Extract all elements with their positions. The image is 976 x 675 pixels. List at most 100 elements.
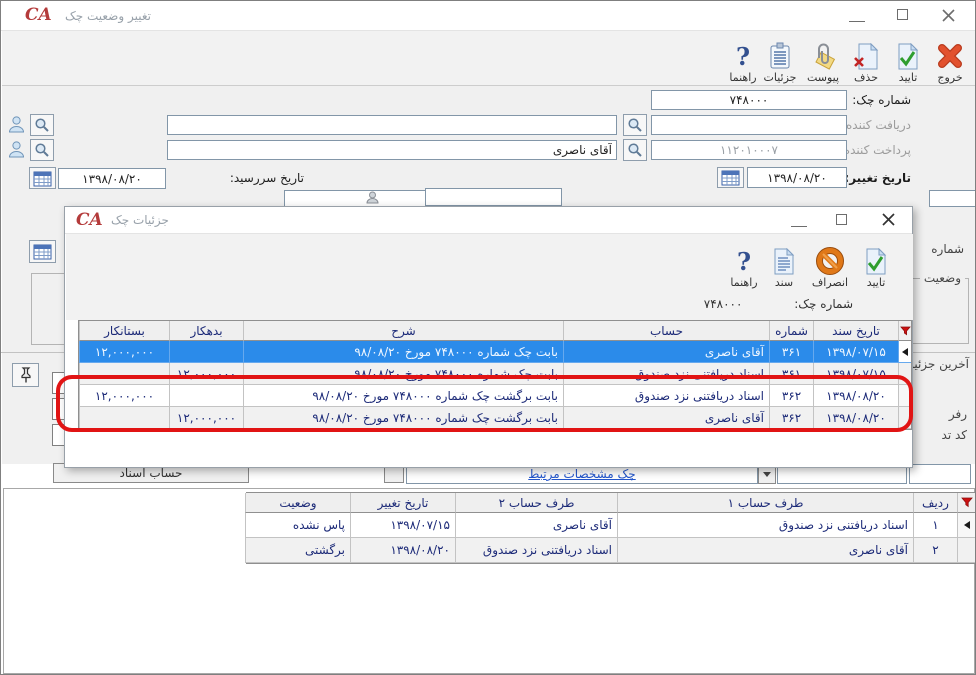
paperclip-icon	[809, 40, 837, 70]
history-cell-status[interactable]: پاس نشده	[245, 513, 350, 538]
history-cell-party2[interactable]: اسناد دریافتنی نزد صندوق	[455, 538, 617, 563]
due-date-input[interactable]	[58, 168, 166, 189]
voucher-cell-description[interactable]: بابت چک شماره ۷۴۸۰۰۰ مورخ ۹۸/۰۸/۲۰	[243, 341, 563, 363]
history-table: ردیف طرف حساب ۱ طرف حساب ۲ تاریخ تغییر و…	[246, 492, 976, 564]
cancel-circle-icon	[816, 245, 844, 275]
history-header-index: ردیف	[913, 493, 957, 513]
voucher-cell-number[interactable]: ۳۶۲	[769, 407, 813, 429]
voucher-cell-description[interactable]: بابت برگشت چک شماره ۷۴۸۰۰۰ مورخ ۹۸/۰۸/۲۰	[243, 385, 563, 407]
voucher-cell-credit[interactable]: ۱۲,۰۰۰,۰۰۰	[79, 385, 169, 407]
window-title: تغییر وضعیت چک	[65, 9, 151, 23]
check-details-dialog: CA جزئیات چک تایید انصراف	[64, 206, 913, 468]
exit-button[interactable]: خروج	[927, 34, 973, 84]
calendar-button[interactable]	[29, 240, 56, 263]
app-logo: CA	[25, 5, 52, 25]
accounts-document-label: حساب اسناد	[120, 466, 183, 480]
main-toolbar: خروج تایید حذف پیوست جزئیات	[2, 31, 976, 86]
attachment-button[interactable]: پیوست	[800, 34, 846, 84]
voucher-cell-number[interactable]: ۳۶۲	[769, 385, 813, 407]
minimize-icon[interactable]	[791, 215, 807, 227]
minimize-icon[interactable]	[849, 10, 865, 22]
modal-help-button[interactable]: ? راهنما	[721, 239, 767, 289]
voucher-cell-account[interactable]: آقای ناصری	[563, 341, 769, 363]
voucher-cell-debit[interactable]: ۱۲,۰۰۰,۰۰۰	[169, 363, 243, 385]
receiver-name-input[interactable]	[167, 115, 617, 135]
voucher-cell-number[interactable]: ۳۶۱	[769, 341, 813, 363]
voucher-cell-description[interactable]: بابت برگشت چک شماره ۷۴۸۰۰۰ مورخ ۹۸/۰۸/۲۰	[243, 407, 563, 429]
search-icon	[34, 142, 50, 158]
change-date-input[interactable]	[747, 167, 847, 188]
maximize-icon[interactable]	[836, 214, 847, 225]
due-date-calendar-button[interactable]	[29, 167, 56, 189]
receiver-label: دریافت کننده:	[842, 118, 911, 132]
maximize-icon[interactable]	[897, 9, 908, 20]
close-icon[interactable]	[941, 8, 956, 26]
voucher-cell-doc-date[interactable]: ۱۳۹۸/۰۸/۲۰	[813, 385, 898, 407]
close-icon[interactable]	[881, 212, 896, 230]
modal-cancel-button[interactable]: انصراف	[807, 239, 853, 289]
person-icon	[363, 188, 382, 206]
pin-button[interactable]	[12, 363, 39, 387]
modal-confirm-button[interactable]: تایید	[853, 239, 899, 289]
voucher-cell-credit[interactable]	[79, 363, 169, 385]
payer-search-button[interactable]	[623, 139, 647, 161]
voucher-cell-credit[interactable]: ۱۲,۰۰۰,۰۰۰	[79, 341, 169, 363]
voucher-cell-doc-date[interactable]: ۱۳۹۸/۰۷/۱۵	[813, 363, 898, 385]
check-number-input[interactable]	[651, 90, 847, 110]
history-cell-status[interactable]: برگشتی	[245, 538, 350, 563]
code-fragment-label: کد تد	[942, 428, 967, 442]
modal-document-button[interactable]: سند	[761, 239, 807, 289]
attachment-label: پیوست	[807, 71, 839, 84]
confirm-button[interactable]: تایید	[885, 34, 931, 84]
history-cell-party2[interactable]: آقای ناصری	[455, 513, 617, 538]
change-date-calendar-button[interactable]	[717, 167, 744, 188]
modal-check-number-line: شماره چک: ۷۴۸۰۰۰	[704, 297, 853, 311]
history-cell-change-date[interactable]: ۱۳۹۸/۰۸/۲۰	[350, 538, 455, 563]
bank-field-sliver[interactable]	[425, 188, 562, 206]
payer-name-input[interactable]	[167, 140, 617, 160]
history-cell-party1[interactable]: اسناد دریافتنی نزد صندوق	[617, 513, 913, 538]
related-details-link[interactable]: چک مشخصات مرتبط	[528, 467, 635, 481]
voucher-cell-account[interactable]: اسناد دریافتنی نزد صندوق	[563, 363, 769, 385]
help-button[interactable]: ? راهنما	[720, 34, 766, 84]
history-cell-index[interactable]: ۲	[913, 538, 957, 563]
history-cell-change-date[interactable]: ۱۳۹۸/۰۷/۱۵	[350, 513, 455, 538]
exit-label: خروج	[937, 71, 962, 84]
help-icon: ?	[736, 40, 750, 70]
modal-title-bar: CA جزئیات چک	[65, 207, 912, 234]
receiver-search-button[interactable]	[623, 114, 647, 136]
small-field-sliver[interactable]	[929, 190, 976, 207]
voucher-cell-doc-date[interactable]: ۱۳۹۸/۰۷/۱۵	[813, 341, 898, 363]
receiver-person-button[interactable]	[4, 113, 28, 136]
receiver-code-input[interactable]	[651, 115, 847, 135]
voucher-cell-description[interactable]: بابت چک شماره ۷۴۸۰۰۰ مورخ ۹۸/۰۸/۲۰	[243, 363, 563, 385]
delete-label: حذف	[854, 71, 878, 84]
receiver-name-search-button[interactable]	[30, 114, 54, 136]
voucher-header-debit: بدهکار	[169, 321, 243, 341]
voucher-cell-account[interactable]: آقای ناصری	[563, 407, 769, 429]
voucher-cell-debit[interactable]	[169, 341, 243, 363]
main-title-bar: CA تغییر وضعیت چک	[1, 1, 975, 31]
document-check-icon	[863, 245, 889, 275]
voucher-cell-doc-date[interactable]: ۱۳۹۸/۰۸/۲۰	[813, 407, 898, 429]
filter-icon[interactable]	[957, 493, 975, 513]
payer-person-button[interactable]	[4, 138, 28, 161]
row-marker-empty	[898, 363, 911, 385]
triangle-left-icon	[964, 521, 970, 529]
type-field[interactable]	[909, 464, 971, 484]
payer-code-input[interactable]	[651, 140, 847, 160]
history-cell-index[interactable]: ۱	[913, 513, 957, 538]
voucher-cell-credit[interactable]	[79, 407, 169, 429]
voucher-cell-debit[interactable]	[169, 385, 243, 407]
voucher-cell-debit[interactable]: ۱۲,۰۰۰,۰۰۰	[169, 407, 243, 429]
document-delete-icon	[853, 40, 879, 70]
delete-button[interactable]: حذف	[843, 34, 889, 84]
voucher-cell-account[interactable]: اسناد دریافتنی نزد صندوق	[563, 385, 769, 407]
search-icon	[34, 117, 50, 133]
payer-name-search-button[interactable]	[30, 139, 54, 161]
document-check-icon	[895, 40, 921, 70]
voucher-cell-number[interactable]: ۳۶۱	[769, 363, 813, 385]
triangle-left-icon	[902, 348, 908, 356]
history-cell-party1[interactable]: آقای ناصری	[617, 538, 913, 563]
filter-icon[interactable]	[898, 321, 911, 341]
